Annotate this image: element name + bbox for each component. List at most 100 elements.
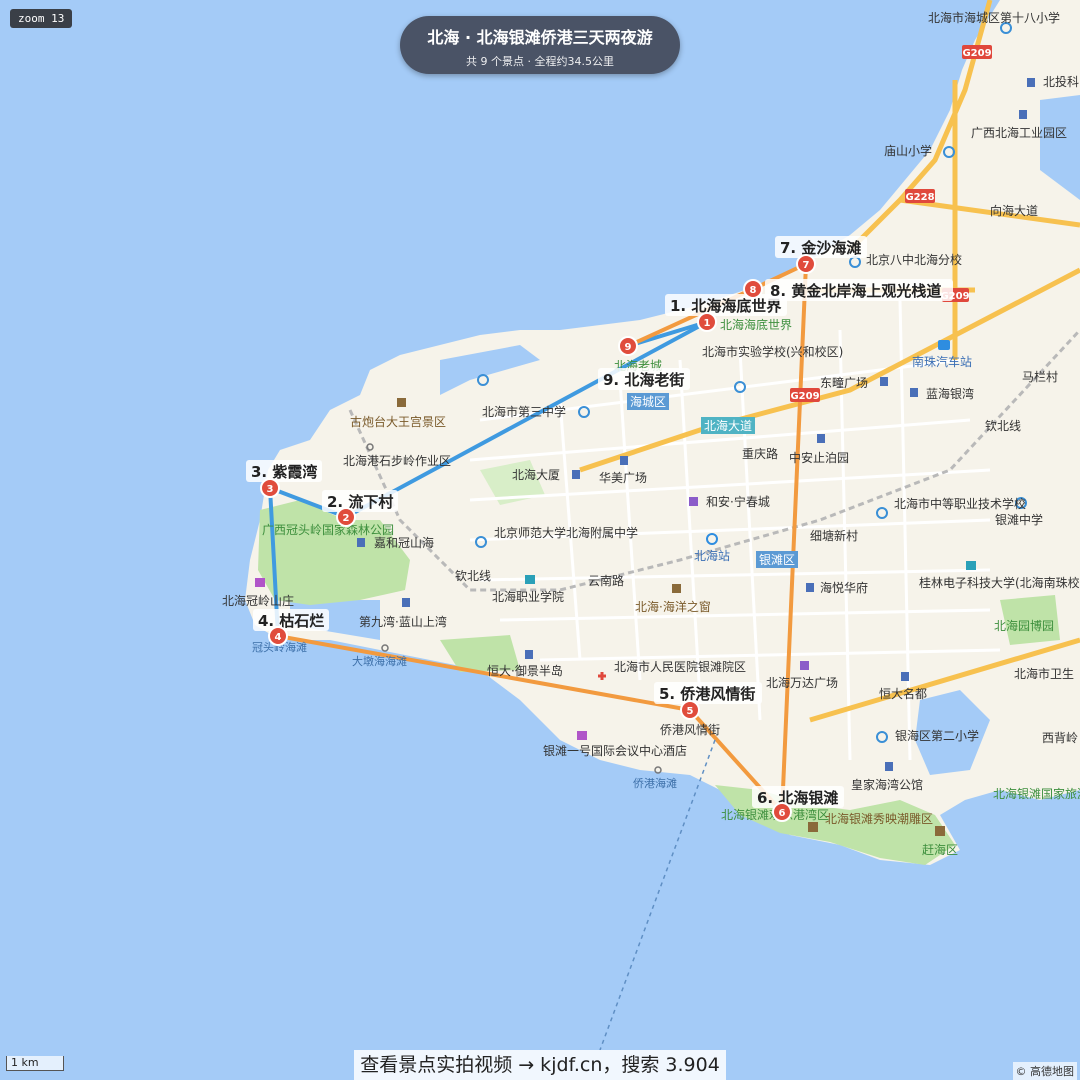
label-xiqiao: 细塘新村	[810, 528, 858, 543]
building-icon	[402, 598, 410, 607]
label-huamei: 华美广场	[599, 471, 647, 485]
yintan-district-badge: 银滩区	[759, 553, 795, 567]
label-hean: 和安·宁春城	[706, 494, 770, 509]
label-zhongzhuan: 北海市中等职业技术学校	[894, 496, 1026, 511]
stop-5-label: 5. 侨港风情街	[659, 685, 755, 703]
stop-8[interactable]: 8. 黄金北岸海上观光栈道 8	[743, 279, 953, 301]
college-icon	[525, 575, 535, 584]
label-zhiye: 北海职业学院	[492, 589, 564, 604]
label-yintan-hotel: 银滩一号国际会议中心酒店	[543, 743, 687, 758]
building-icon	[901, 672, 909, 681]
label-hengda-yujing: 恒大·御景半岛	[487, 663, 563, 678]
stop-8-number: 8	[750, 285, 757, 296]
label-haiyue: 海悦华府	[820, 580, 868, 595]
label-beishi: 北京师范大学北海附属中学	[494, 525, 638, 540]
label-gongye: 广西北海工业园区	[971, 125, 1067, 140]
stop-3-label: 3. 紫霞湾	[251, 463, 317, 481]
label-mazha: 马栏村	[1022, 369, 1058, 384]
stop-1-number: 1	[704, 318, 711, 329]
label-xiuying: 北海银滩秀映潮雕区	[825, 811, 933, 826]
label-yintan-dier: 银海区第二小学	[895, 728, 979, 743]
label-haidi: 北海海底世界	[720, 317, 792, 332]
building-icon	[806, 583, 814, 592]
label-haiyang: 北海·海洋之窗	[635, 599, 711, 614]
building-icon	[880, 377, 888, 386]
building-icon	[525, 650, 533, 659]
label-xianghai: 向海大道	[990, 203, 1038, 218]
label-hengda-mingdu: 恒大名都	[879, 686, 927, 701]
building-icon	[1027, 78, 1035, 87]
label-shiyan: 北海市实验学校(兴和校区)	[702, 344, 843, 359]
label-dasha: 北海大厦	[512, 467, 560, 482]
label-gangshi: 北海港石步岭作业区	[343, 453, 451, 468]
bus-station-icon	[938, 340, 950, 350]
label-nanzhu: 南珠汽车站	[912, 354, 972, 369]
label-disan: 北海市第三中学	[482, 404, 566, 419]
building-icon	[910, 388, 918, 397]
label-wanda: 北海万达广场	[766, 675, 838, 690]
label-bajing: 北京八中北海分校	[866, 252, 962, 267]
label-weisheng: 北海市卫生	[1014, 666, 1074, 681]
stop-9-label: 9. 北海老街	[603, 371, 684, 389]
label-beihai-station: 北海站	[694, 548, 730, 563]
stop-8-label: 8. 黄金北岸海上观光栈道	[770, 282, 941, 300]
label-qiaogang-jie: 侨港风情街	[660, 723, 720, 737]
building-icon	[357, 538, 365, 547]
label-huangjia: 皇家海湾公馆	[851, 777, 923, 792]
hotel-icon	[255, 578, 265, 587]
zoom-level-badge: zoom 13	[10, 9, 73, 28]
building-icon	[620, 456, 628, 465]
label-lanhai: 蓝海银湾	[926, 386, 974, 401]
building-icon	[572, 470, 580, 479]
stop-7-number: 7	[803, 260, 810, 271]
g228-shield: G228	[905, 192, 934, 203]
label-qinbei: 钦北线	[455, 569, 491, 583]
label-yintan-school: 银滩中学	[995, 512, 1043, 527]
building-icon	[817, 434, 825, 443]
label-miaoshan: 庙山小学	[884, 143, 932, 158]
shopping-icon	[800, 661, 809, 670]
stop-2-number: 2	[343, 513, 350, 524]
stop-4-label: 4. 枯石烂	[258, 612, 324, 630]
g209-shield-south: G209	[790, 391, 819, 402]
stop-6-label: 6. 北海银滩	[757, 789, 838, 807]
label-dadun: 大墩海海滩	[352, 654, 407, 668]
label-qiaogang-beach: 侨港海滩	[633, 776, 677, 790]
stop-1-label: 1. 北海海底世界	[670, 297, 781, 315]
label-ganhai: 赶海区	[922, 842, 958, 857]
stop-6-number: 6	[779, 808, 786, 819]
label-beitou: 北投科	[1043, 74, 1079, 89]
footer-promo-text[interactable]: 查看景点实拍视频 → kjdf.cn，搜索 3.904	[354, 1050, 726, 1080]
label-bowuyuan: 北海园博园	[994, 618, 1054, 633]
label-yunnan: 云南路	[588, 573, 624, 588]
trip-title-card: 北海 · 北海银滩侨港三天两夜游 共 9 个景点 · 全程约34.5公里	[400, 16, 680, 74]
label-zhongan: 中安止泊园	[789, 450, 849, 465]
trip-subtitle: 共 9 个景点 · 全程约34.5公里	[466, 55, 614, 68]
map-canvas[interactable]: G209 G228 G209 G209 海城区 银滩区 北海大道 北海市海城区第…	[0, 0, 1080, 1080]
stop-4-number: 4	[275, 632, 282, 643]
college-icon	[966, 561, 976, 570]
attraction-icon	[808, 822, 818, 832]
label-xinan: 西背岭	[1042, 731, 1078, 745]
stop-7-label: 7. 金沙海滩	[780, 239, 861, 257]
scale-bar: 1 km	[6, 1056, 64, 1071]
stop-2-label: 2. 流下村	[327, 493, 393, 511]
label-qinbei-2: 钦北线	[985, 419, 1021, 433]
map-attribution: © 高德地图	[1012, 1062, 1077, 1080]
shopping-icon	[689, 497, 698, 506]
stop-3-number: 3	[267, 484, 274, 495]
label-dijiuwan: 第九湾·蓝山上湾	[359, 614, 447, 629]
building-icon	[885, 762, 893, 771]
label-guilin: 桂林电子科技大学(北海南珠校区)	[919, 575, 1080, 590]
label-chongqing: 重庆路	[742, 446, 778, 461]
attraction-icon	[397, 398, 406, 407]
label-gupaotai: 古炮台大王宫景区	[350, 414, 446, 429]
trip-title: 北海 · 北海银滩侨港三天两夜游	[427, 28, 653, 47]
label-guanling-shanzhuang: 北海冠岭山庄	[222, 593, 294, 608]
label-renmin-hospital: 北海市人民医院银滩院区	[614, 659, 746, 674]
hotel-icon	[577, 731, 587, 740]
label-guantou-park: 广西冠头岭国家森林公园	[262, 522, 394, 537]
stop-9-number: 9	[625, 342, 632, 353]
g209-shield-north: G209	[962, 48, 991, 59]
label-donghuang: 东疃广场	[820, 375, 868, 390]
